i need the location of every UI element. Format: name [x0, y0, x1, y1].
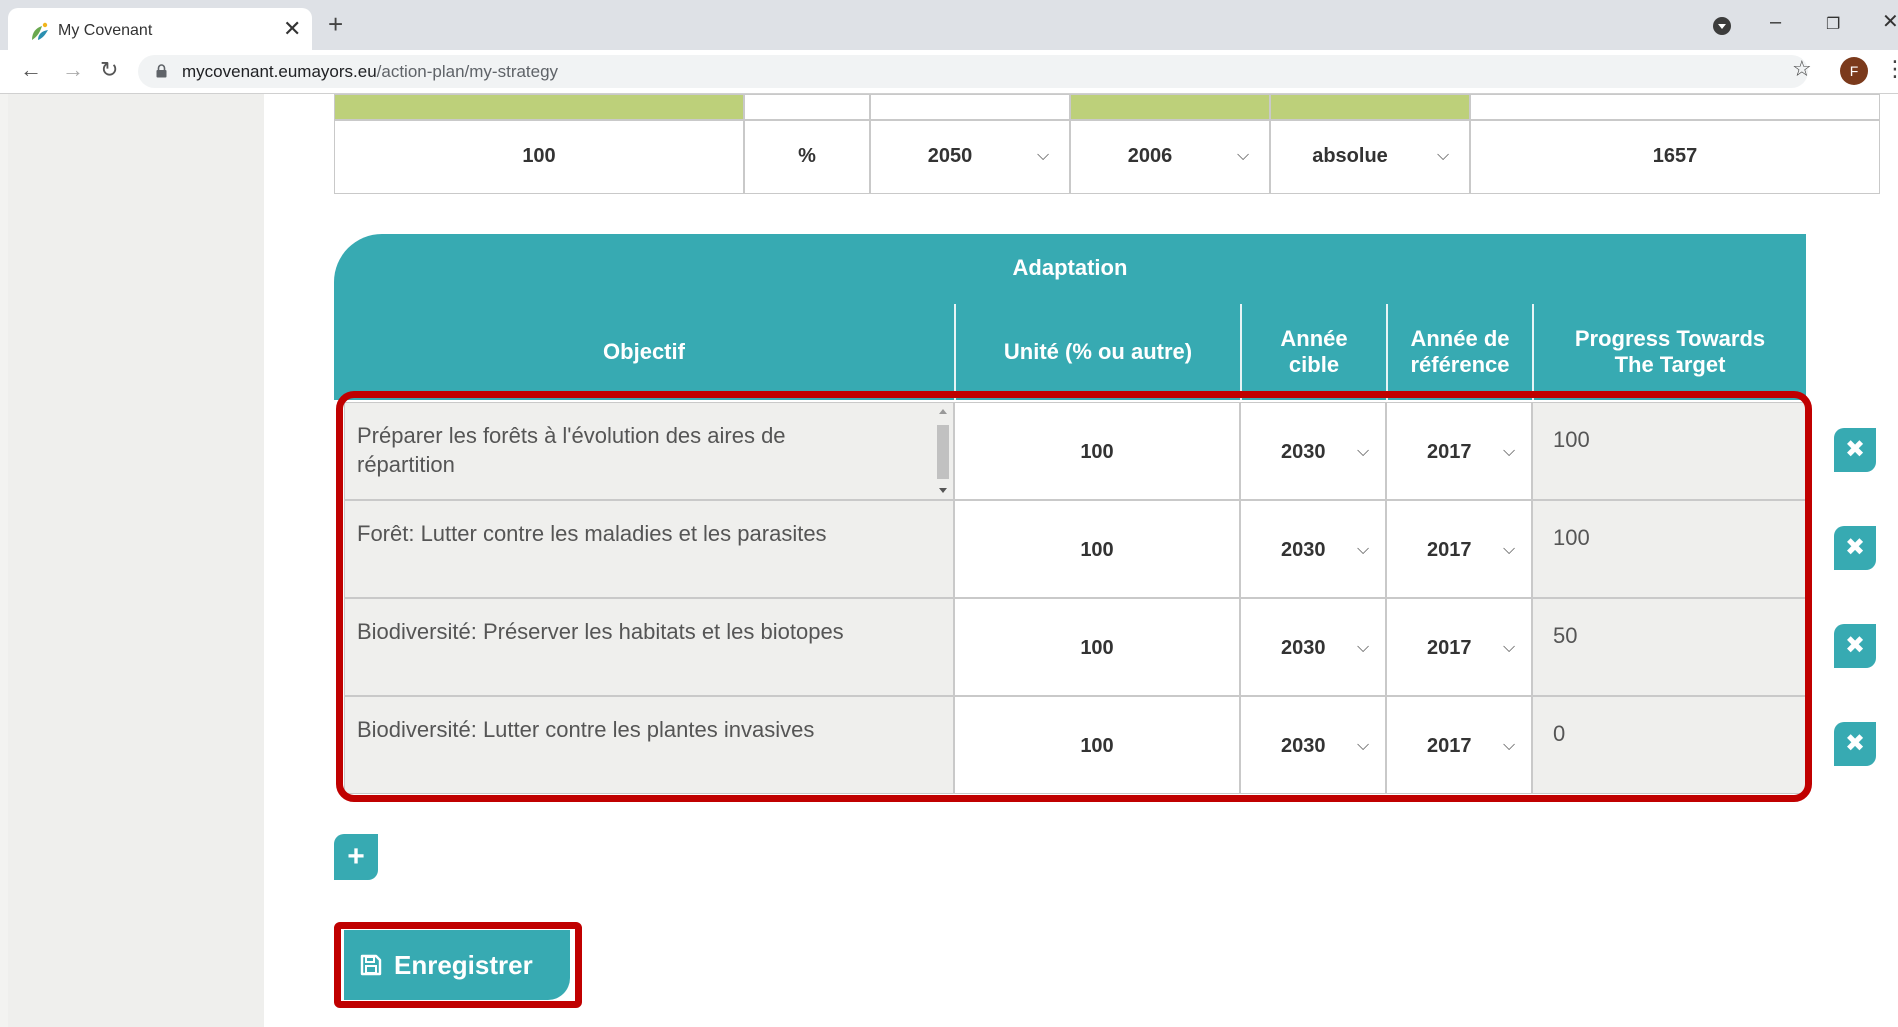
delete-row-button[interactable]: ✖ — [1834, 526, 1876, 570]
url-field[interactable]: mycovenant.eumayors.eu/action-plan/my-st… — [138, 55, 1808, 88]
add-row-button[interactable]: + — [334, 834, 378, 880]
header-target-year: Année cible — [1240, 304, 1386, 400]
table-cell — [1270, 94, 1470, 120]
url-text: mycovenant.eumayors.eu/action-plan/my-st… — [182, 62, 559, 81]
chevron-down-icon: ⌵ — [1237, 147, 1250, 164]
delete-row-button[interactable]: ✖ — [1834, 428, 1876, 472]
objective-value-cell[interactable]: 100 — [334, 120, 744, 194]
media-control-icon[interactable] — [1713, 17, 1731, 35]
table-cell — [1070, 94, 1270, 120]
adaptation-title: Adaptation — [334, 234, 1806, 304]
bookmark-star-icon[interactable]: ☆ — [1792, 56, 1812, 82]
covenant-logo-icon — [32, 22, 48, 40]
chevron-down-icon: ⌵ — [1437, 147, 1450, 164]
header-progress: Progress Towards The Target — [1532, 304, 1806, 400]
address-bar-row: ← → ↻ mycovenant.eumayors.eu/action-plan… — [0, 50, 1898, 94]
reload-icon[interactable]: ↻ — [100, 58, 118, 82]
table-cell — [744, 94, 870, 120]
unit-cell[interactable]: % — [744, 120, 870, 194]
chevron-down-icon: ⌵ — [1037, 147, 1050, 164]
target-year-select[interactable]: 2050 ⌵ — [870, 120, 1070, 194]
adaptation-column-headers: Objectif Unité (% ou autre) Année cible A… — [334, 304, 1806, 400]
delete-row-button[interactable]: ✖ — [1834, 624, 1876, 668]
minimize-icon[interactable]: – — [1770, 12, 1781, 32]
tab-close-icon[interactable]: ✕ — [283, 18, 301, 40]
restore-icon[interactable]: ❐ — [1826, 15, 1840, 35]
delete-row-button[interactable]: ✖ — [1834, 722, 1876, 766]
new-tab-button[interactable]: + — [328, 11, 343, 37]
reference-year-select[interactable]: 2006 ⌵ — [1070, 120, 1270, 194]
window-close-icon[interactable]: ✕ — [1882, 12, 1898, 32]
rows-highlight-annotation — [336, 391, 1812, 802]
table-cell — [870, 94, 1070, 120]
header-reference-year: Année de référence — [1386, 304, 1532, 400]
browser-tab-bar: My Covenant ✕ + – ❐ ✕ — [0, 0, 1898, 50]
baseline-value-cell[interactable]: 1657 — [1470, 120, 1880, 194]
lock-icon — [156, 64, 167, 78]
table-cell — [1470, 94, 1880, 120]
mitigation-table-fragment: 100 % 2050 ⌵ 2006 ⌵ absolue ⌵ 1657 — [334, 94, 1880, 194]
target-type-select[interactable]: absolue ⌵ — [1270, 120, 1470, 194]
back-icon[interactable]: ← — [20, 58, 42, 82]
page-edge — [0, 94, 8, 1027]
header-unit: Unité (% ou autre) — [954, 304, 1240, 400]
save-highlight-annotation — [334, 922, 582, 1008]
table-cell — [334, 94, 744, 120]
header-objective: Objectif — [603, 339, 685, 364]
browser-menu-icon[interactable]: ⋮ — [1884, 58, 1898, 80]
sidebar — [8, 94, 264, 1027]
forward-icon[interactable]: → — [62, 58, 84, 82]
avatar[interactable]: F — [1840, 57, 1868, 85]
tab-title: My Covenant — [58, 22, 153, 39]
browser-tab[interactable]: My Covenant ✕ — [8, 8, 312, 50]
